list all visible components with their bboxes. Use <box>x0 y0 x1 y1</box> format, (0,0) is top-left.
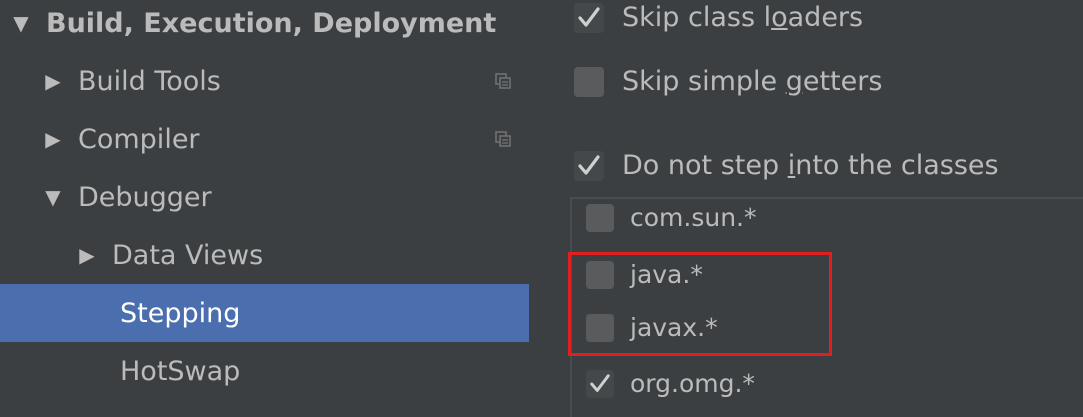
list-item-java[interactable]: java.* <box>586 260 703 289</box>
collapsed-arrow-icon[interactable]: ▶ <box>76 243 98 267</box>
class-filter-checkbox[interactable] <box>586 369 614 398</box>
tree-node-label: HotSwap <box>120 355 241 387</box>
class-filter-label: org.omg.* <box>630 369 755 398</box>
excluded-classes-list: com.sun.* java.* javax.* org.omg.* <box>570 197 1083 417</box>
tree-node-build-tools[interactable]: ▶ Build Tools <box>0 52 529 110</box>
do-not-step-into-checkbox[interactable] <box>574 150 604 181</box>
do-not-step-into-label: Do not step into the classes <box>622 150 999 181</box>
tree-node-compiler[interactable]: ▶ Compiler <box>0 110 529 168</box>
tree-node-build-execution-deployment[interactable]: ▼ Build, Execution, Deployment <box>0 0 529 52</box>
tree-node-label: Build, Execution, Deployment <box>46 7 497 39</box>
checkmark-icon <box>590 373 610 392</box>
tree-node-label: Debugger <box>78 181 212 213</box>
class-filter-checkbox[interactable] <box>586 313 614 342</box>
expanded-arrow-icon[interactable]: ▼ <box>10 11 32 35</box>
tree-node-label: Build Tools <box>78 65 221 97</box>
skip-simple-getters-option[interactable]: Skip simple getters <box>574 66 882 97</box>
project-level-icon <box>495 73 511 89</box>
class-filter-checkbox[interactable] <box>586 203 614 232</box>
tree-node-stepping[interactable]: Stepping <box>0 284 529 342</box>
list-item-javax[interactable]: javax.* <box>586 313 718 342</box>
skip-class-loaders-option[interactable]: Skip class loaders <box>574 2 863 33</box>
tree-node-label: Data Views <box>112 239 264 271</box>
skip-class-loaders-checkbox[interactable] <box>574 2 604 33</box>
collapsed-arrow-icon[interactable]: ▶ <box>42 127 64 151</box>
tree-node-data-views[interactable]: ▶ Data Views <box>0 226 529 284</box>
tree-node-hotswap[interactable]: HotSwap <box>0 342 529 400</box>
tree-node-debugger[interactable]: ▼ Debugger <box>0 168 529 226</box>
tree-node-label: Compiler <box>78 123 200 155</box>
stepping-settings-panel: Skip class loaders Skip simple getters D… <box>529 0 1083 417</box>
skip-simple-getters-checkbox[interactable] <box>574 66 604 97</box>
checkmark-icon <box>578 154 600 175</box>
list-item-org-omg[interactable]: org.omg.* <box>586 369 755 398</box>
list-item-com-sun[interactable]: com.sun.* <box>586 203 757 232</box>
project-level-icon <box>495 131 511 147</box>
collapsed-arrow-icon[interactable]: ▶ <box>42 69 64 93</box>
do-not-step-into-option[interactable]: Do not step into the classes <box>574 150 999 181</box>
settings-tree: ▼ Build, Execution, Deployment ▶ Build T… <box>0 0 529 409</box>
class-filter-label: com.sun.* <box>630 203 757 232</box>
expanded-arrow-icon[interactable]: ▼ <box>42 185 64 209</box>
class-filter-checkbox[interactable] <box>586 260 614 289</box>
checkmark-icon <box>578 6 600 27</box>
class-filter-label: javax.* <box>630 313 718 342</box>
tree-node-label: Stepping <box>120 297 241 329</box>
skip-simple-getters-label: Skip simple getters <box>622 66 883 97</box>
class-filter-label: java.* <box>630 260 703 289</box>
skip-class-loaders-label: Skip class loaders <box>622 2 864 33</box>
